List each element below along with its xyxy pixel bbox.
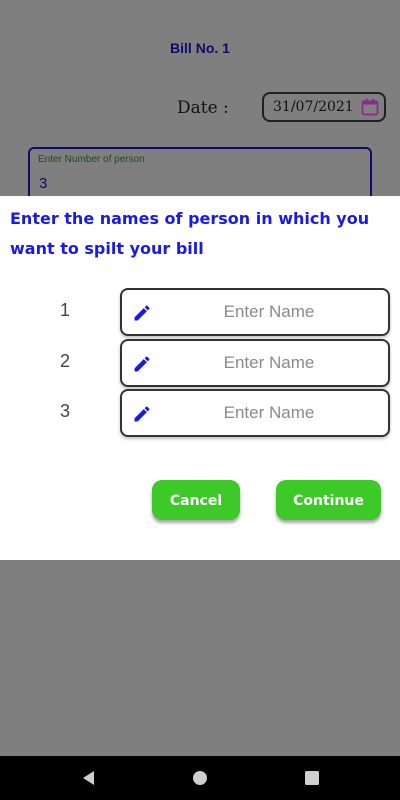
persons-count-value: 3 xyxy=(39,175,48,192)
continue-button[interactable]: Continue xyxy=(276,480,381,520)
name-row: 1 xyxy=(0,288,400,336)
name-row: 2 xyxy=(0,339,400,387)
calendar-icon[interactable] xyxy=(360,97,380,117)
dialog-title: Enter the names of person in which you w… xyxy=(10,209,370,258)
name-input[interactable] xyxy=(158,290,380,334)
persons-count-label: Enter Number of person xyxy=(38,154,145,165)
bill-title: Bill No. 1 xyxy=(170,40,230,56)
name-field[interactable] xyxy=(120,288,390,336)
home-circle-icon[interactable] xyxy=(190,768,210,788)
name-input[interactable] xyxy=(158,391,380,435)
row-number: 3 xyxy=(59,401,70,421)
name-row: 3 xyxy=(0,389,400,437)
date-value: 31/07/2021 xyxy=(273,99,354,115)
date-field[interactable]: 31/07/2021 xyxy=(262,92,386,122)
names-dialog: Enter the names of person in which you w… xyxy=(0,196,400,560)
pencil-icon xyxy=(134,406,150,422)
date-label: Date : xyxy=(177,98,229,118)
recents-square-icon[interactable] xyxy=(302,768,322,788)
system-nav-bar xyxy=(0,756,400,800)
name-input[interactable] xyxy=(158,341,380,385)
cancel-button[interactable]: Cancel xyxy=(152,480,240,520)
pencil-icon xyxy=(134,356,150,372)
row-number: 2 xyxy=(59,351,70,371)
pencil-icon xyxy=(134,305,150,321)
name-field[interactable] xyxy=(120,389,390,437)
back-triangle-icon[interactable] xyxy=(79,768,99,788)
name-field[interactable] xyxy=(120,339,390,387)
row-number: 1 xyxy=(59,300,70,320)
